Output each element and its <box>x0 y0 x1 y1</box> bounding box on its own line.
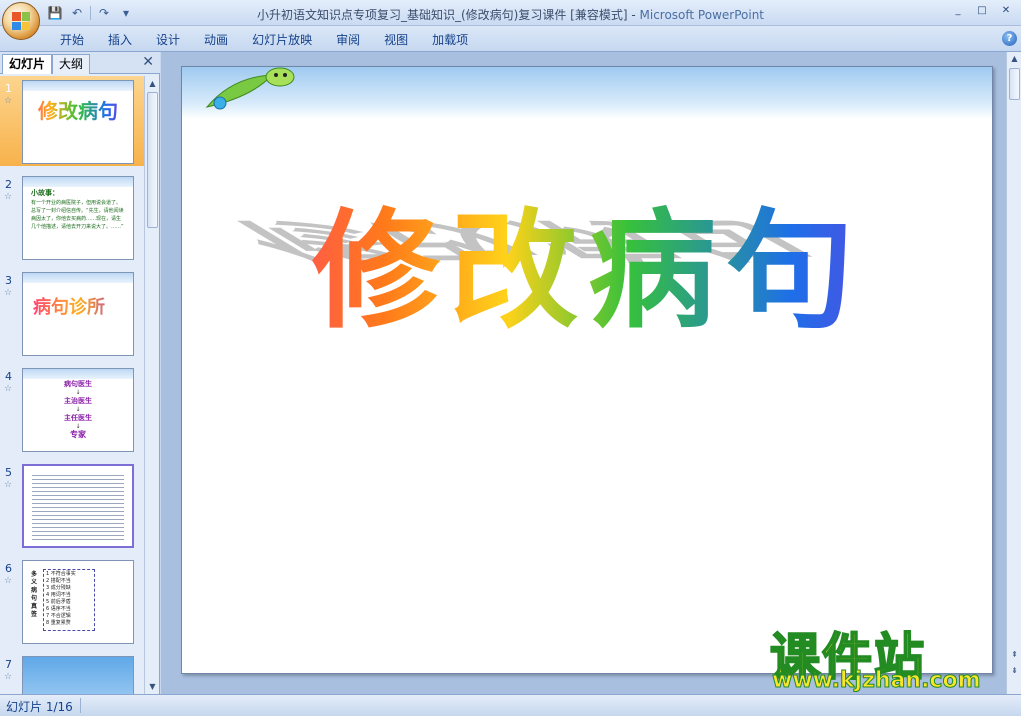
ribbon-tabs: 开始 插入 设计 动画 幻灯片放映 审阅 视图 加载项 <box>48 31 480 49</box>
panel-close-icon[interactable]: ✕ <box>142 54 154 70</box>
slide-number: 6 <box>5 562 12 575</box>
status-bar: 幻灯片 1/16 <box>0 694 1021 716</box>
close-button[interactable]: ✕ <box>995 2 1017 18</box>
thumb-title: 病句诊所 <box>23 293 133 319</box>
slide-thumb-row-5[interactable]: 5 ☆ <box>0 460 144 550</box>
thumb-side-label: 多义病句真签 <box>31 571 38 618</box>
slide-number: 2 <box>5 178 12 191</box>
slide-number: 1 <box>5 82 12 95</box>
thumb-header <box>23 369 133 379</box>
window-title: 小升初语文知识点专项复习_基础知识_(修改病句)复习课件 [兼容模式] - Mi… <box>0 6 1021 23</box>
thumb-list-item: 8 重复累赘 <box>46 620 71 626</box>
slide-number: 5 <box>5 466 12 479</box>
thumb-body: 有一个开业的病医院子，但用说会道了。总写了一封介绍信自传。“先生，请他阅读病因太… <box>31 200 124 230</box>
animation-star-icon: ☆ <box>4 384 13 394</box>
tab-addins[interactable]: 加载项 <box>420 31 480 49</box>
scroll-up-icon[interactable]: ▲ <box>1007 52 1021 65</box>
scrollbar-thumb[interactable] <box>147 92 158 228</box>
slide-thumbnail[interactable]: 多义病句真签 1 不符合事实 2 搭配不当 3 成分残缺 4 用词不当 5 前后… <box>22 560 134 644</box>
thumbnail-scrollbar[interactable]: ▲ ▼ <box>144 76 159 694</box>
minimize-button[interactable]: _ <box>947 2 969 18</box>
slide-thumb-row-4[interactable]: 4 ☆ 病句医生 ↓ 主治医生 ↓ 主任医生 ↓ 专家 <box>0 364 144 454</box>
tab-slideshow[interactable]: 幻灯片放映 <box>240 31 324 49</box>
thumb-arrow-icon: ↓ <box>75 406 81 413</box>
thumb-list: 1 不符合事实 2 搭配不当 3 成分残缺 4 用词不当 5 前后矛盾 6 语序… <box>43 569 95 631</box>
thumb-list-item: 7 不合逻辑 <box>46 613 71 619</box>
slide-scrollbar[interactable]: ▲ ⇞ ⇟ <box>1006 52 1021 694</box>
title-separator: - <box>627 8 640 22</box>
window-controls: _ □ ✕ <box>947 2 1017 18</box>
slide-thumb-row-6[interactable]: 6 ☆ 多义病句真签 1 不符合事实 2 搭配不当 3 成分残缺 4 用词不当 … <box>0 556 144 646</box>
slide-thumbnail[interactable]: 小故事： 有一个开业的病医院子，但用说会道了。总写了一封介绍信自传。“先生，请他… <box>22 176 134 260</box>
slide-thumbnail[interactable]: 修改病句 <box>22 80 134 164</box>
slide-thumbnail[interactable]: 病句诊所 <box>22 272 134 356</box>
thumb-list-item: 1 不符合事实 <box>46 571 76 577</box>
thumb-line: 病句医生 <box>64 380 92 388</box>
slide-thumbnail[interactable]: 病句医生 ↓ 主治医生 ↓ 主任医生 ↓ 专家 <box>22 368 134 452</box>
thumb-list-item: 2 搭配不当 <box>46 578 71 584</box>
app-name: Microsoft PowerPoint <box>639 8 765 22</box>
thumb-list-item: 5 前后矛盾 <box>46 599 71 605</box>
slide-thumb-row-7[interactable]: 7 ☆ <box>0 652 144 694</box>
tab-slides[interactable]: 幻灯片 <box>2 54 53 74</box>
thumb-header <box>23 177 133 187</box>
thumb-document-lines <box>32 472 124 540</box>
thumb-list-item: 3 成分残缺 <box>46 585 71 591</box>
animation-star-icon: ☆ <box>4 576 13 586</box>
next-slide-icon[interactable]: ⇟ <box>1007 664 1021 677</box>
thumb-list-item: 4 用词不当 <box>46 592 71 598</box>
animation-star-icon: ☆ <box>4 672 13 682</box>
slide-thumbnails: 1 ☆ 修改病句 2 ☆ 小故事： 有一个开业的病医院子，但用说会道了。总写了一… <box>0 76 144 694</box>
help-icon[interactable]: ? <box>1002 31 1017 46</box>
slide-thumb-row-2[interactable]: 2 ☆ 小故事： 有一个开业的病医院子，但用说会道了。总写了一封介绍信自传。“先… <box>0 172 144 262</box>
slide-thumbnail[interactable] <box>22 464 134 548</box>
tab-design[interactable]: 设计 <box>144 31 192 49</box>
slide-thumb-row-1[interactable]: 1 ☆ 修改病句 <box>0 76 144 166</box>
thumb-arrow-icon: ↓ <box>75 423 81 430</box>
slide-workspace: 修改病句 修改病句 ▲ ⇞ ⇟ <box>161 52 1021 694</box>
document-title: 小升初语文知识点专项复习_基础知识_(修改病句)复习课件 [兼容模式] <box>256 8 628 22</box>
slide-thumbnail[interactable] <box>22 656 134 694</box>
scrollbar-thumb[interactable] <box>1009 68 1020 100</box>
tab-home[interactable]: 开始 <box>48 31 96 49</box>
office-logo-icon <box>12 12 30 30</box>
animation-star-icon: ☆ <box>4 192 13 202</box>
panel-tabs: 幻灯片 大纲 ✕ <box>0 52 160 74</box>
current-slide[interactable]: 修改病句 修改病句 <box>181 66 993 674</box>
ribbon: 开始 插入 设计 动画 幻灯片放映 审阅 视图 加载项 ? <box>0 26 1021 52</box>
scroll-down-icon[interactable]: ▼ <box>145 679 160 694</box>
thumb-line: 主任医生 <box>64 414 92 422</box>
watermark-url: www.kjzhan.com <box>772 668 982 694</box>
slide-number: 4 <box>5 370 12 383</box>
tab-view[interactable]: 视图 <box>372 31 420 49</box>
scroll-up-icon[interactable]: ▲ <box>145 76 160 91</box>
thumb-list-item: 6 语序不当 <box>46 606 71 612</box>
thumb-heading: 小故事： <box>31 189 59 197</box>
office-button[interactable] <box>2 2 40 40</box>
leaf-decoration-icon <box>205 67 295 110</box>
thumb-header <box>23 81 133 91</box>
animation-star-icon: ☆ <box>4 288 13 298</box>
title-bar: 💾 ↶ ↷ ▾ 小升初语文知识点专项复习_基础知识_(修改病句)复习课件 [兼容… <box>0 0 1021 26</box>
tab-insert[interactable]: 插入 <box>96 31 144 49</box>
status-separator <box>80 698 81 713</box>
animation-star-icon: ☆ <box>4 96 13 106</box>
tab-outline[interactable]: 大纲 <box>52 54 91 74</box>
thumb-line: 专家 <box>70 430 86 439</box>
slides-panel: 幻灯片 大纲 ✕ 1 ☆ 修改病句 2 ☆ 小故事： 有一个开业的病医院子，但用… <box>0 52 160 694</box>
thumb-title: 修改病句 <box>23 95 133 124</box>
slide-counter: 幻灯片 1/16 <box>6 700 73 714</box>
previous-slide-icon[interactable]: ⇞ <box>1007 648 1021 661</box>
thumb-line: 主治医生 <box>64 397 92 405</box>
maximize-button[interactable]: □ <box>971 2 993 18</box>
slide-number: 3 <box>5 274 12 287</box>
thumb-header <box>23 273 133 283</box>
slide-title[interactable]: 修改病句 <box>182 167 992 352</box>
tab-animations[interactable]: 动画 <box>192 31 240 49</box>
slide-number: 7 <box>5 658 12 671</box>
slide-thumb-row-3[interactable]: 3 ☆ 病句诊所 <box>0 268 144 358</box>
animation-star-icon: ☆ <box>4 480 13 490</box>
thumb-arrow-icon: ↓ <box>75 389 81 396</box>
tab-review[interactable]: 审阅 <box>324 31 372 49</box>
